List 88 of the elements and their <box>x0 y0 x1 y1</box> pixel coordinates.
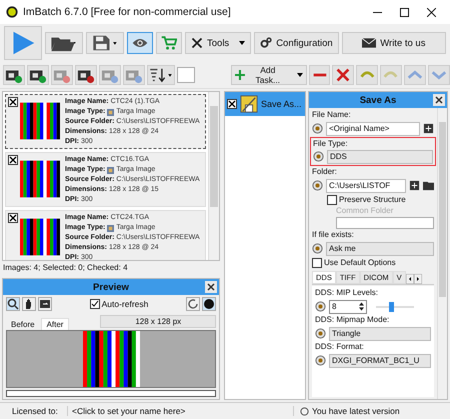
circle-icon[interactable] <box>202 297 216 311</box>
panel-title: Preview <box>93 282 129 292</box>
shop-button[interactable] <box>156 32 182 54</box>
link-icon[interactable] <box>313 151 324 162</box>
maximize-icon[interactable] <box>400 8 409 16</box>
open-button[interactable] <box>45 32 83 54</box>
image-file-icon <box>107 166 114 174</box>
save-as-icon <box>240 95 258 113</box>
file-name-dropdown[interactable]: <Original Name> <box>326 122 420 136</box>
status-circle-icon <box>300 406 309 416</box>
close-icon[interactable] <box>427 8 436 16</box>
field-label: File Type: <box>313 139 349 149</box>
slider-thumb[interactable] <box>389 302 394 312</box>
scrollbar[interactable] <box>437 108 447 399</box>
configuration-button[interactable]: Configuration <box>254 32 339 54</box>
file-type-dropdown[interactable]: DDS <box>327 150 433 164</box>
add-folder-icon[interactable] <box>27 65 49 85</box>
add-image-icon[interactable] <box>3 65 25 85</box>
gears-icon <box>260 37 272 49</box>
checkbox[interactable] <box>8 213 18 223</box>
link-icon[interactable] <box>312 243 323 254</box>
hand-icon[interactable] <box>22 297 36 311</box>
cart-icon <box>161 35 177 51</box>
mipmap-mode-dropdown[interactable]: Triangle <box>329 326 431 340</box>
stripe-pattern-drawing <box>82 331 140 387</box>
delete-image-icon[interactable] <box>75 65 97 85</box>
link-icon[interactable] <box>312 180 323 191</box>
link-icon[interactable] <box>315 301 326 312</box>
checkbox[interactable] <box>227 99 237 109</box>
link-icon[interactable] <box>315 355 326 366</box>
sort-icon[interactable] <box>147 65 175 85</box>
caret-icon <box>296 73 303 77</box>
mip-levels-spinbox[interactable]: 8 <box>329 300 367 314</box>
caret-icon <box>239 41 246 45</box>
link-icon[interactable] <box>315 328 326 339</box>
clear-tasks-icon[interactable] <box>332 65 354 85</box>
checkbox[interactable] <box>8 155 18 165</box>
preserve-structure-checkbox[interactable]: Preserve Structure <box>312 194 434 205</box>
close-icon[interactable] <box>205 281 217 293</box>
filter-field[interactable] <box>177 67 195 83</box>
window-title: ImBatch 6.7.0 [Free for non-commercial use] <box>23 6 232 18</box>
refresh-icon[interactable] <box>186 297 200 311</box>
license-name-link[interactable]: <Click to set your name here> <box>67 406 293 416</box>
envelope-icon <box>362 38 376 48</box>
insert-icon[interactable] <box>423 123 434 134</box>
panel-title: Save As <box>360 94 396 106</box>
preview-tab[interactable]: Before <box>6 319 40 330</box>
tools-icon <box>191 37 203 49</box>
tools-button[interactable]: Tools <box>185 32 252 54</box>
field-label: DDS: Mipmap Mode: <box>315 315 390 325</box>
image-file-icon <box>107 108 114 116</box>
format-dropdown[interactable]: DXGI_FORMAT_BC1_U <box>329 354 431 368</box>
image-count-status: Images: 4; Selected: 0; Checked: 4 <box>2 262 129 274</box>
field-label: Folder: <box>312 167 338 177</box>
plus-icon <box>235 70 245 80</box>
scrollbar[interactable] <box>208 92 219 260</box>
if-exists-dropdown[interactable]: Ask me <box>326 242 434 256</box>
auto-refresh-checkbox[interactable]: Auto-refresh <box>90 299 148 309</box>
remove-task-icon[interactable] <box>308 65 330 85</box>
image-size-label: 128 x 128 px <box>100 315 216 328</box>
app-logo-icon <box>6 6 18 18</box>
folder-dropdown[interactable]: C:\Users\LISTOF <box>326 178 406 192</box>
folder-icon[interactable] <box>423 180 434 191</box>
close-icon[interactable] <box>433 94 445 106</box>
licensed-to-label: Licensed to: <box>11 406 59 416</box>
version-status: You have latest version <box>312 406 400 416</box>
checkmark-icon <box>90 300 99 308</box>
zoom-icon[interactable] <box>6 297 20 311</box>
task-item[interactable]: Save As... <box>225 92 305 116</box>
insert-icon[interactable] <box>409 180 420 191</box>
preview-tab[interactable]: After <box>40 318 70 330</box>
task-label: Save As... <box>261 99 302 109</box>
checkbox[interactable] <box>8 97 18 107</box>
field-label: File Name: <box>312 110 352 120</box>
image-file-icon <box>107 224 114 232</box>
field-label: Common Folder <box>335 206 394 216</box>
save-button[interactable] <box>86 32 124 54</box>
field-label: If file exists: <box>312 230 355 240</box>
use-default-options-checkbox[interactable]: Use Default Options <box>312 257 434 268</box>
mip-levels-slider[interactable] <box>376 300 414 312</box>
preview-toggle-button[interactable] <box>127 32 153 54</box>
add-task-button[interactable]: Add Task... <box>231 65 307 85</box>
field-label: DDS: Format: <box>315 342 365 352</box>
spin-arrows-icon <box>359 302 364 311</box>
field-label: DDS: MIP Levels: <box>315 288 379 298</box>
write-to-us-button[interactable]: Write to us <box>342 32 446 54</box>
link-icon[interactable] <box>312 123 323 134</box>
common-folder-field[interactable] <box>336 217 434 229</box>
